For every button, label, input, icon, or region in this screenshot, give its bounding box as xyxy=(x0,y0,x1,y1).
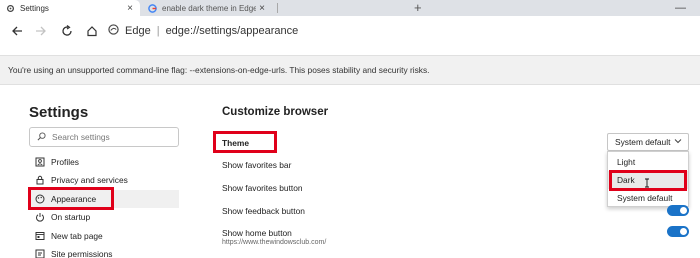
minimize-button[interactable]: — xyxy=(675,2,686,14)
browser-toolbar: Edge | edge://settings/appearance xyxy=(0,16,700,46)
theme-option-light[interactable]: Light xyxy=(608,153,688,171)
sidebar-item-new-tab-page[interactable]: New tab page xyxy=(29,227,179,245)
theme-select[interactable]: System default xyxy=(607,133,689,151)
tab-title: enable dark theme in Edge - Go xyxy=(162,3,256,13)
gear-icon xyxy=(5,3,15,13)
address-separator: | xyxy=(156,25,160,37)
sidebar-item-label: On startup xyxy=(51,212,91,222)
new-tab-icon xyxy=(35,231,45,241)
power-icon xyxy=(35,212,45,222)
tab-settings[interactable]: Settings × xyxy=(0,0,140,16)
back-arrow-icon[interactable] xyxy=(10,24,24,38)
new-tab-button[interactable]: + xyxy=(414,0,422,15)
favorites-bar-label: Show favorites bar xyxy=(222,160,292,170)
lock-icon xyxy=(35,175,45,185)
sidebar-item-on-startup[interactable]: On startup xyxy=(29,208,179,226)
tab-divider xyxy=(277,3,278,13)
home-button-label: Show home button xyxy=(222,228,292,238)
sidebar-item-site-permissions[interactable]: Site permissions xyxy=(29,245,179,258)
edge-logo-icon xyxy=(108,24,119,38)
theme-select-value: System default xyxy=(615,137,671,147)
sidebar-item-profiles[interactable]: Profiles xyxy=(29,153,179,171)
reload-icon[interactable] xyxy=(60,24,74,38)
page-title: Settings xyxy=(29,104,89,121)
browser-label: Edge xyxy=(125,25,151,37)
home-icon[interactable] xyxy=(85,24,99,38)
section-heading: Customize browser xyxy=(222,106,329,118)
feedback-button-label: Show feedback button xyxy=(222,206,305,216)
tab-close-icon[interactable]: × xyxy=(256,3,268,14)
favorites-button-label: Show favorites button xyxy=(222,183,303,193)
search-input[interactable]: Search settings xyxy=(29,127,179,147)
forward-arrow-icon[interactable] xyxy=(34,24,48,38)
chevron-down-icon xyxy=(674,137,682,145)
highlight-appearance xyxy=(28,187,114,210)
tab-strip: Settings × enable dark theme in Edge - G… xyxy=(0,0,700,16)
home-button-toggle[interactable] xyxy=(667,226,689,237)
search-placeholder: Search settings xyxy=(52,132,110,142)
highlight-dark-option xyxy=(609,170,687,191)
sidebar-item-label: New tab page xyxy=(51,231,103,241)
sidebar-item-label: Profiles xyxy=(51,157,79,167)
url-text[interactable]: edge://settings/appearance xyxy=(166,25,299,37)
feedback-button-toggle[interactable] xyxy=(667,205,689,216)
warning-infobar: You're using an unsupported command-line… xyxy=(0,55,700,85)
tab-google-search[interactable]: enable dark theme in Edge - Go × xyxy=(142,0,272,16)
tab-title: Settings xyxy=(20,3,49,13)
sidebar-item-label: Privacy and services xyxy=(51,175,128,185)
home-url: https://www.thewindowsclub.com/ xyxy=(222,239,327,246)
address-bar[interactable]: Edge | edge://settings/appearance xyxy=(108,22,298,40)
highlight-theme-label xyxy=(213,131,277,153)
search-icon xyxy=(37,128,46,146)
profile-icon xyxy=(35,157,45,167)
tab-close-icon[interactable]: × xyxy=(124,3,136,14)
permissions-icon xyxy=(35,249,45,258)
google-icon xyxy=(147,3,157,13)
sidebar-item-label: Site permissions xyxy=(51,249,113,258)
